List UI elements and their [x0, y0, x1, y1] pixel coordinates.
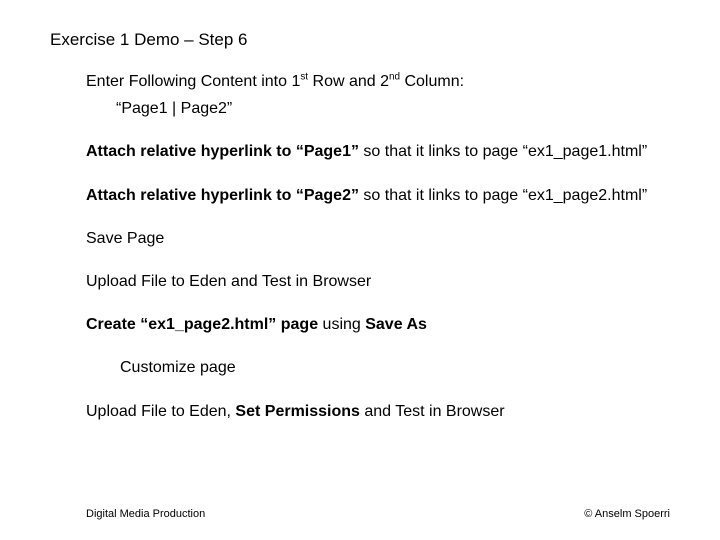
text: Enter Following Content into 1: [86, 73, 300, 90]
text: so that it links to page “ex1_page2.html…: [359, 187, 647, 204]
bold-text: Attach relative hyperlink to “Page2”: [86, 187, 359, 204]
example-text: “Page1 | Page2”: [116, 97, 680, 120]
step-upload-test: Upload File to Eden and Test in Browser: [86, 270, 680, 293]
step-link-page1: Attach relative hyperlink to “Page1” so …: [86, 140, 680, 163]
bold-text: Attach relative hyperlink to “Page1”: [86, 143, 359, 160]
bold-text: Create “ex1_page2.html” page: [86, 316, 318, 333]
superscript-st: st: [300, 72, 308, 83]
step-save: Save Page: [86, 227, 680, 250]
text: and Test in Browser: [360, 403, 505, 420]
footer-right: © Anselm Spoerri: [584, 508, 670, 520]
text: Row and 2: [308, 73, 389, 90]
text: Column:: [400, 73, 464, 90]
slide-footer: Digital Media Production © Anselm Spoerr…: [86, 508, 670, 520]
text: Upload File to Eden,: [86, 403, 235, 420]
text: using: [318, 316, 365, 333]
slide-title: Exercise 1 Demo – Step 6: [50, 30, 247, 50]
step-customize: Customize page: [120, 356, 680, 379]
text: so that it links to page “ex1_page1.html…: [359, 143, 647, 160]
slide-body: Enter Following Content into 1st Row and…: [86, 70, 680, 443]
footer-left: Digital Media Production: [86, 508, 205, 520]
bold-text: Set Permissions: [235, 403, 360, 420]
superscript-nd: nd: [389, 72, 400, 83]
step-enter-content: Enter Following Content into 1st Row and…: [86, 70, 680, 120]
step-link-page2: Attach relative hyperlink to “Page2” so …: [86, 184, 680, 207]
step-create-page2: Create “ex1_page2.html” page using Save …: [86, 313, 680, 336]
step-upload-permissions: Upload File to Eden, Set Permissions and…: [86, 400, 680, 423]
bold-text: Save As: [365, 316, 427, 333]
